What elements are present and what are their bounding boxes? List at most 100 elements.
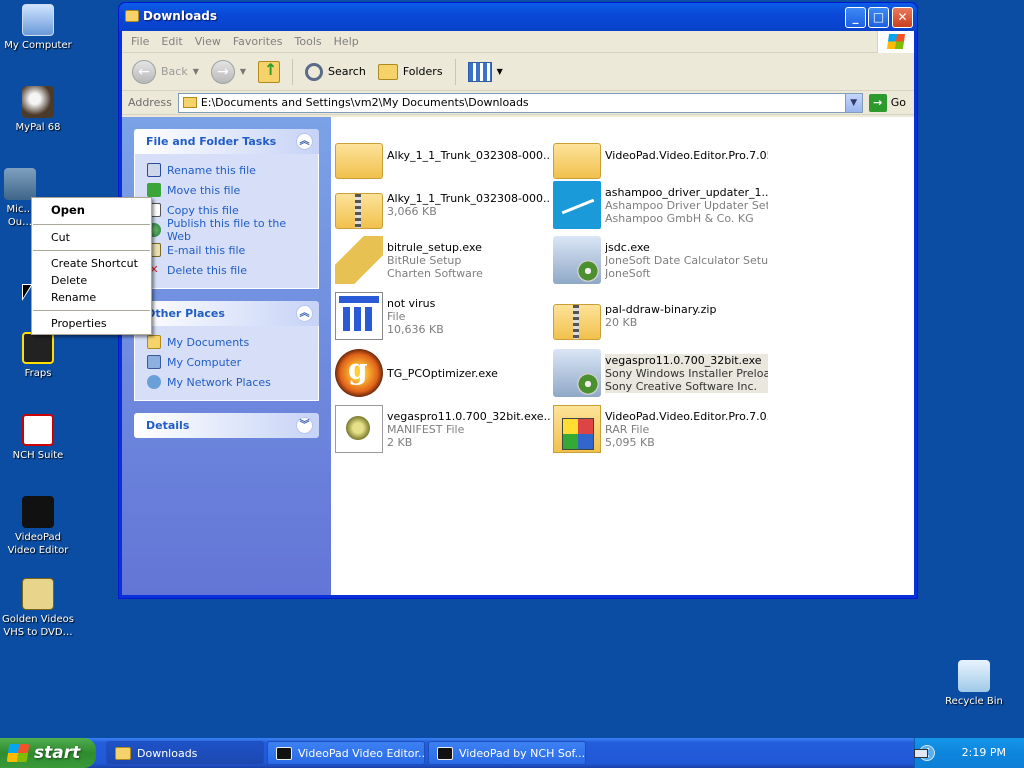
address-input[interactable]: E:\Documents and Settings\vm2\My Documen… [177, 92, 863, 113]
taskbar-button-downloads[interactable]: Downloads [106, 741, 264, 765]
desktop-icon-videopad[interactable]: VideoPad Video Editor [0, 496, 76, 557]
file-item[interactable]: vegaspro11.0.700_32bit.exe.... MANIFEST … [335, 403, 550, 455]
go-button[interactable]: → Go [867, 93, 914, 112]
menu-tools[interactable]: Tools [292, 35, 331, 48]
chevron-down-icon[interactable]: ▼ [240, 67, 246, 76]
menu-favorites[interactable]: Favorites [230, 35, 292, 48]
clock[interactable]: 2:19 PM [962, 746, 1006, 759]
maximize-button[interactable]: □ [868, 7, 889, 28]
file-type: File [387, 309, 406, 323]
task-rename[interactable]: Rename this file [147, 160, 306, 180]
desktop-icon-golden-videos[interactable]: Golden Videos VHS to DVD… [0, 578, 76, 639]
file-item[interactable]: VideoPad.Video.Editor.Pro.7.05 [553, 129, 768, 181]
file-name: jsdc.exe [605, 240, 650, 254]
nch-suite-icon [22, 414, 54, 446]
up-button[interactable] [254, 59, 284, 85]
other-places-panel: Other Places ︽ My Documents My Computer … [134, 301, 319, 401]
file-item[interactable]: TG_PCOptimizer.exe [335, 347, 550, 399]
minimize-button[interactable]: _ [845, 7, 866, 28]
views-button[interactable]: ▼ [464, 60, 507, 84]
desktop-icon-fraps[interactable]: Fraps [0, 332, 76, 380]
context-menu-open[interactable]: Open [32, 200, 151, 220]
back-button[interactable]: ← Back ▼ [128, 58, 203, 86]
task-move[interactable]: Move this file [147, 180, 306, 200]
address-value: E:\Documents and Settings\vm2\My Documen… [200, 96, 529, 109]
taskbar-button-label: Downloads [137, 746, 198, 760]
menu-separator [33, 224, 150, 225]
expand-icon[interactable]: ︾ [296, 417, 313, 434]
file-item[interactable]: not virus File 10,636 KB [335, 290, 550, 342]
file-name: vegaspro11.0.700_32bit.exe [605, 353, 762, 367]
desktop-icon-my-computer[interactable]: My Computer [0, 4, 76, 52]
file-folder-tasks-header[interactable]: File and Folder Tasks ︽ [134, 129, 319, 154]
start-button[interactable]: start [0, 738, 96, 768]
place-my-computer[interactable]: My Computer [147, 352, 306, 372]
desktop-icon-nch-suite[interactable]: NCH Suite [0, 414, 76, 462]
panel-title: File and Folder Tasks [146, 135, 277, 148]
menu-edit[interactable]: Edit [158, 35, 191, 48]
chevron-down-icon[interactable]: ▼ [844, 93, 862, 112]
desktop-icon-mypal[interactable]: MyPal 68 [0, 86, 76, 134]
place-my-documents[interactable]: My Documents [147, 332, 306, 352]
file-item[interactable]: VideoPad.Video.Editor.Pro.7.0... RAR Fil… [553, 403, 768, 455]
rar-archive-icon [553, 405, 601, 453]
file-company: Ashampoo GmbH & Co. KG [605, 211, 754, 225]
desktop-icon-recycle-bin[interactable]: Recycle Bin [936, 660, 1012, 708]
file-item[interactable]: Alky_1_1_Trunk_032308-000... 3,066 KB [335, 179, 550, 231]
task-email[interactable]: E-mail this file [147, 240, 306, 260]
pc-optimizer-icon [335, 349, 383, 397]
file-name: vegaspro11.0.700_32bit.exe.... [387, 409, 550, 423]
keyboard-icon[interactable] [914, 749, 928, 758]
file-name: bitrule_setup.exe [387, 240, 482, 254]
file-item[interactable]: pal-ddraw-binary.zip 20 KB [553, 290, 768, 342]
place-my-network-places[interactable]: My Network Places [147, 372, 306, 392]
taskbar-button-videopad-editor[interactable]: VideoPad Video Editor... [267, 741, 425, 765]
collapse-icon[interactable]: ︽ [296, 133, 313, 150]
back-arrow-icon: ← [132, 59, 156, 84]
menu-file[interactable]: File [128, 35, 158, 48]
task-label: E-mail this file [167, 243, 246, 257]
file-size: 20 KB [605, 316, 638, 329]
folders-button[interactable]: Folders [374, 62, 447, 82]
context-menu-rename[interactable]: Rename [32, 289, 151, 306]
place-label: My Documents [167, 335, 250, 349]
menu-help[interactable]: Help [331, 35, 368, 48]
toolbar-separator [292, 58, 294, 85]
taskbar-button-videopad-nch[interactable]: VideoPad by NCH Sof... [428, 741, 586, 765]
file-item[interactable]: ashampoo_driver_updater_1.... Ashampoo D… [553, 179, 768, 231]
file-item[interactable]: jsdc.exe JoneSoft Date Calculator Setup … [553, 234, 768, 286]
chevron-down-icon[interactable]: ▼ [193, 67, 199, 76]
folder-icon [553, 143, 601, 179]
context-menu-create-shortcut[interactable]: Create Shortcut [32, 255, 151, 272]
file-item[interactable]: bitrule_setup.exe BitRule Setup Charten … [335, 234, 550, 286]
file-folder-tasks-panel: File and Folder Tasks ︽ Rename this file… [134, 129, 319, 289]
window-title: Downloads [143, 9, 218, 23]
search-button[interactable]: Search [301, 61, 370, 83]
mouse-cursor-icon [22, 284, 33, 301]
details-header[interactable]: Details ︾ [134, 413, 319, 438]
file-item-selected[interactable]: vegaspro11.0.700_32bit.exe Sony Windows … [553, 347, 768, 399]
title-bar[interactable]: Downloads _ □ ✕ [119, 3, 917, 31]
context-menu-properties[interactable]: Properties [32, 315, 151, 332]
place-label: My Network Places [167, 375, 271, 389]
computer-icon [147, 355, 161, 369]
file-name: Alky_1_1_Trunk_032308-000... [387, 192, 550, 205]
context-menu-cut[interactable]: Cut [32, 229, 151, 246]
menu-separator [33, 310, 150, 311]
forward-arrow-icon: → [210, 59, 235, 84]
folder-icon [125, 10, 139, 22]
collapse-icon[interactable]: ︽ [296, 305, 313, 322]
task-delete[interactable]: ✕ Delete this file [147, 260, 306, 280]
forward-button[interactable]: → ▼ [207, 58, 250, 86]
setup-installer-icon [553, 349, 601, 397]
task-publish[interactable]: Publish this file to the Web [147, 217, 306, 243]
menu-bar: File Edit View Favorites Tools Help [122, 31, 914, 53]
file-type: MANIFEST File [387, 422, 465, 436]
menu-view[interactable]: View [192, 35, 230, 48]
file-item[interactable]: Alky_1_1_Trunk_032308-000... [335, 129, 550, 181]
close-button[interactable]: ✕ [892, 7, 913, 28]
context-menu-delete[interactable]: Delete [32, 272, 151, 289]
other-places-header[interactable]: Other Places ︽ [134, 301, 319, 326]
folder-icon [147, 335, 161, 349]
folder-icon [182, 97, 197, 108]
